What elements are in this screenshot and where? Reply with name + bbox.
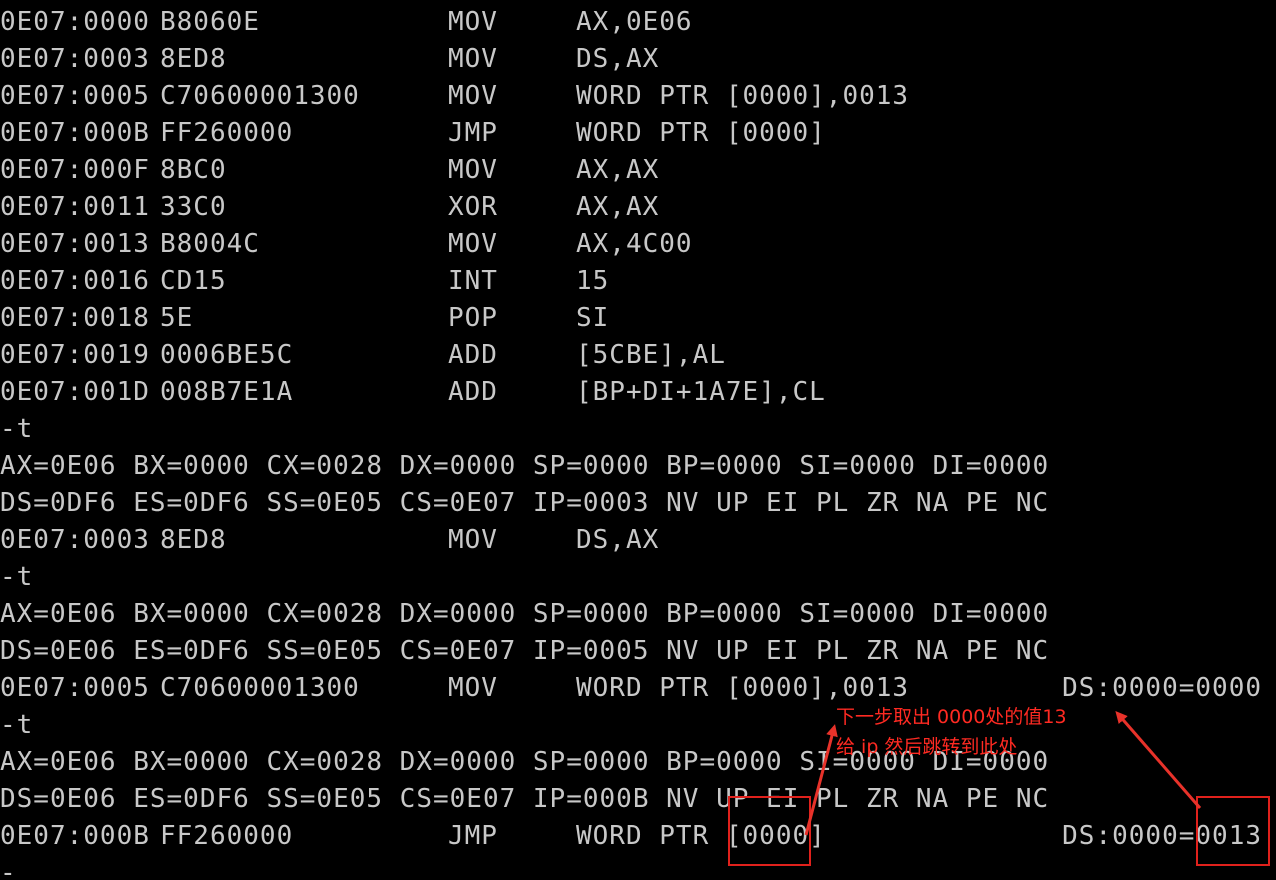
instruction-mnemonic: MOV [448, 44, 498, 74]
instruction-address: 0E07:0018 [0, 303, 150, 333]
instruction-bytes: CD15 [160, 266, 227, 296]
instruction-mnemonic: ADD [448, 340, 498, 370]
instruction-operands: AX,4C00 [576, 229, 693, 259]
instruction-operands: AX,AX [576, 155, 660, 185]
terminal-text: DS=0E06 ES=0DF6 SS=0E05 CS=0E07 IP=0005 … [0, 636, 1050, 666]
instruction-address: 0E07:0005 [0, 673, 150, 703]
instruction-bytes: 5E [160, 303, 194, 333]
instruction-bytes: FF260000 [160, 118, 294, 148]
instruction-address: 0E07:0011 [0, 192, 150, 222]
instruction-operands: WORD PTR [0000] [576, 118, 826, 148]
instruction-bytes: C70600001300 [160, 673, 360, 703]
highlight-box-memory-value [1196, 796, 1270, 866]
instruction-mnemonic: MOV [448, 81, 498, 111]
annotation-line-2: 给 ip 然后跳转到此处 [836, 736, 1018, 758]
terminal-line: DS=0E06 ES=0DF6 SS=0E05 CS=0E07 IP=0005 … [0, 633, 1276, 670]
instruction-mnemonic: ADD [448, 377, 498, 407]
instruction-address: 0E07:000B [0, 118, 150, 148]
terminal-line: 0E07:001D 008B7E1A ADD [BP+DI+1A7E],CL [0, 374, 1276, 411]
instruction-operands: 15 [576, 266, 610, 296]
terminal-text: - [0, 858, 17, 880]
terminal-line: - [0, 855, 1276, 880]
terminal-line: -t [0, 559, 1276, 596]
instruction-bytes: 8ED8 [160, 44, 227, 74]
terminal-line: 0E07:0019 0006BE5C ADD [5CBE],AL [0, 337, 1276, 374]
instruction-operands: DS,AX [576, 525, 660, 555]
instruction-address: 0E07:000B [0, 821, 150, 851]
instruction-operands: [5CBE],AL [576, 340, 726, 370]
terminal-text: AX=0E06 BX=0000 CX=0028 DX=0000 SP=0000 … [0, 451, 1050, 481]
terminal-line: 0E07:0003 8ED8 MOV DS,AX [0, 41, 1276, 78]
highlight-box-operand [728, 796, 811, 866]
instruction-mnemonic: MOV [448, 229, 498, 259]
terminal-text: -t [0, 414, 34, 444]
terminal-text: -t [0, 562, 34, 592]
terminal-line: 0E07:000B FF260000 JMP WORD PTR [0000] DS:00… [0, 818, 1276, 855]
terminal-line: 0E07:0005 C70600001300 MOV WORD PTR [0000],… [0, 78, 1276, 115]
instruction-mnemonic: JMP [448, 118, 498, 148]
instruction-operands: WORD PTR [0000],0013 [576, 81, 910, 111]
instruction-bytes: C70600001300 [160, 81, 360, 111]
instruction-mnemonic: POP [448, 303, 498, 333]
terminal-line: 0E07:000B FF260000 JMP WORD PTR [0000] [0, 115, 1276, 152]
terminal-line: 0E07:0013 B8004C MOV AX,4C00 [0, 226, 1276, 263]
terminal-text: DS=0DF6 ES=0DF6 SS=0E05 CS=0E07 IP=0003 … [0, 488, 1050, 518]
instruction-mnemonic: MOV [448, 7, 498, 37]
terminal-line: AX=0E06 BX=0000 CX=0028 DX=0000 SP=0000 … [0, 448, 1276, 485]
instruction-address: 0E07:0016 [0, 266, 150, 296]
terminal-line: AX=0E06 BX=0000 CX=0028 DX=0000 SP=0000 … [0, 596, 1276, 633]
instruction-bytes: 0006BE5C [160, 340, 294, 370]
terminal-text: AX=0E06 BX=0000 CX=0028 DX=0000 SP=0000 … [0, 599, 1050, 629]
instruction-address: 0E07:0019 [0, 340, 150, 370]
instruction-bytes: B8004C [160, 229, 260, 259]
terminal-line: 0E07:0018 5E POP SI [0, 300, 1276, 337]
instruction-address: 0E07:000F [0, 155, 150, 185]
instruction-bytes: FF260000 [160, 821, 294, 851]
instruction-mnemonic: MOV [448, 155, 498, 185]
terminal-line: 0E07:0003 8ED8 MOV DS,AX [0, 522, 1276, 559]
instruction-address: 0E07:0003 [0, 525, 150, 555]
terminal-text: -t [0, 710, 34, 740]
instruction-mnemonic: XOR [448, 192, 498, 222]
instruction-address: 0E07:0005 [0, 81, 150, 111]
instruction-mnemonic: MOV [448, 525, 498, 555]
terminal-line: -t [0, 411, 1276, 448]
instruction-address: 0E07:0003 [0, 44, 150, 74]
annotation-note: 下一步取出 0000处的值13 给 ip 然后跳转到此处 [836, 702, 1136, 762]
annotation-line-1: 下一步取出 0000处的值13 [836, 706, 1067, 728]
instruction-operands: AX,AX [576, 192, 660, 222]
instruction-operands: AX,0E06 [576, 7, 693, 37]
instruction-address: 0E07:0013 [0, 229, 150, 259]
terminal-line: 0E07:0016 CD15 INT 15 [0, 263, 1276, 300]
instruction-address: 0E07:0000 [0, 7, 150, 37]
instruction-bytes: 008B7E1A [160, 377, 294, 407]
terminal-line: 0E07:0011 33C0 XOR AX,AX [0, 189, 1276, 226]
instruction-mnemonic: JMP [448, 821, 498, 851]
instruction-mnemonic: MOV [448, 673, 498, 703]
instruction-bytes: 8BC0 [160, 155, 227, 185]
terminal-line: 0E07:000F 8BC0 MOV AX,AX [0, 152, 1276, 189]
terminal-line: 0E07:0000 B8060E MOV AX,0E06 [0, 4, 1276, 41]
instruction-bytes: 8ED8 [160, 525, 227, 555]
instruction-bytes: 33C0 [160, 192, 227, 222]
instruction-operands: [BP+DI+1A7E],CL [576, 377, 826, 407]
terminal-text: DS=0E06 ES=0DF6 SS=0E05 CS=0E07 IP=000B … [0, 784, 1050, 814]
instruction-operands: SI [576, 303, 610, 333]
instruction-mnemonic: INT [448, 266, 498, 296]
instruction-address: 0E07:001D [0, 377, 150, 407]
instruction-operands: DS,AX [576, 44, 660, 74]
terminal-line: DS=0DF6 ES=0DF6 SS=0E05 CS=0E07 IP=0003 … [0, 485, 1276, 522]
terminal-line: DS=0E06 ES=0DF6 SS=0E05 CS=0E07 IP=000B … [0, 781, 1276, 818]
instruction-bytes: B8060E [160, 7, 260, 37]
